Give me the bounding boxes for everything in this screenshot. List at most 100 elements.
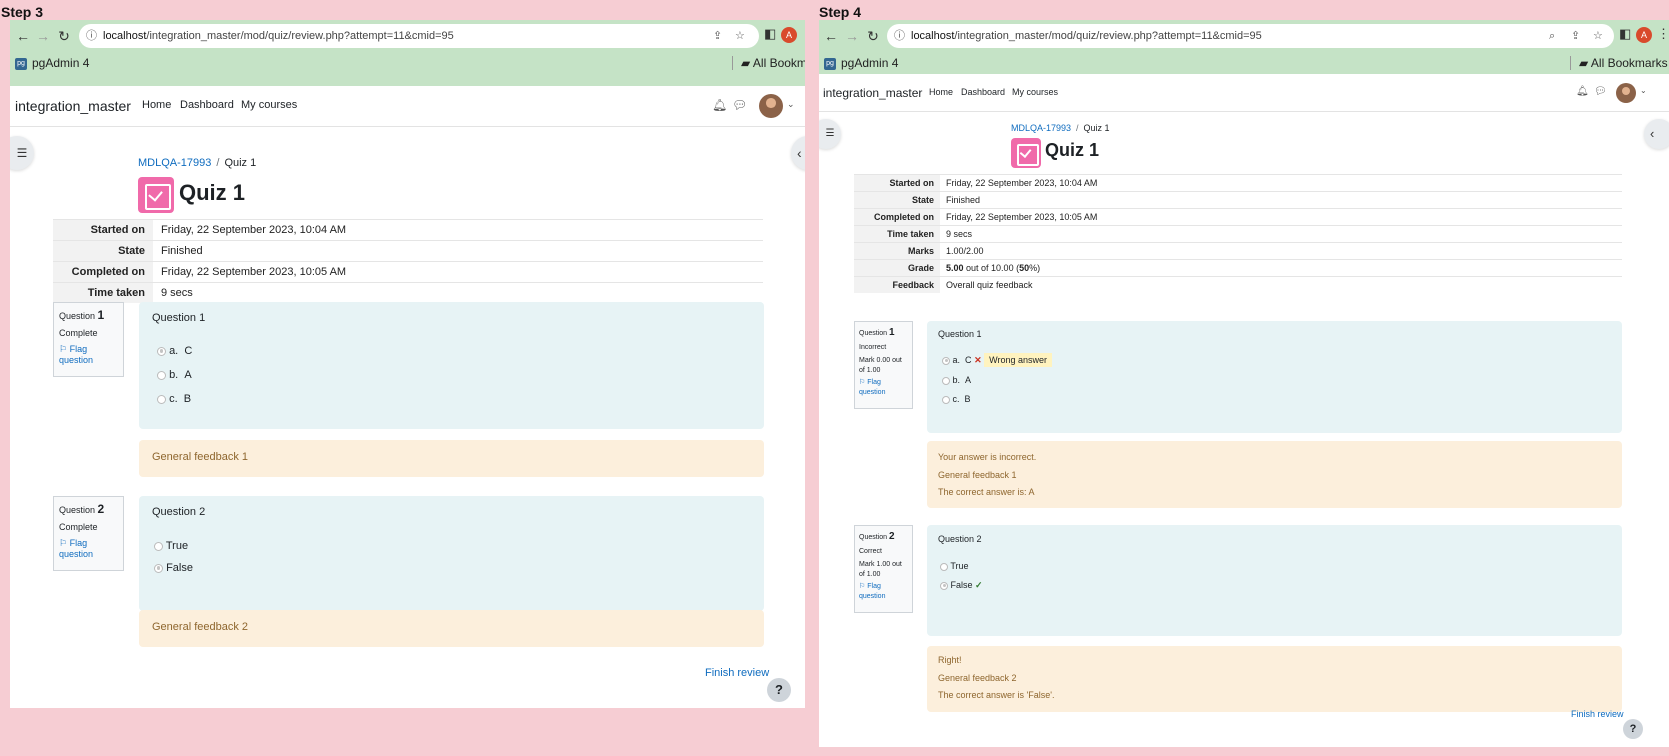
radio-button[interactable] xyxy=(157,346,166,356)
moodle-page: integration_master Home Dashboard My cou… xyxy=(10,86,805,708)
user-avatar[interactable] xyxy=(1616,83,1636,103)
answer-option-true[interactable]: True xyxy=(940,561,969,571)
answer-option-a[interactable]: a. C ✕ Wrong answer xyxy=(942,353,1052,367)
bell-icon[interactable]: 🔔︎ xyxy=(1576,86,1589,97)
answer-option-false[interactable]: False xyxy=(154,562,193,574)
nav-my-courses[interactable]: My courses xyxy=(1012,87,1058,97)
reload-icon[interactable]: ↻ xyxy=(55,27,73,45)
address-bar[interactable]: ⓘ localhost/integration_master/mod/quiz/… xyxy=(887,24,1614,48)
bookmark-star-icon[interactable]: ☆ xyxy=(1593,24,1603,48)
summary-value: Friday, 22 September 2023, 10:05 AM xyxy=(940,208,1622,226)
answer-option-b[interactable]: b. A xyxy=(942,375,971,385)
bookmark-pgadmin[interactable]: pg pgAdmin 4 xyxy=(824,56,898,70)
summary-row: Started on Friday, 22 September 2023, 10:… xyxy=(53,219,763,241)
radio-button[interactable] xyxy=(157,370,166,380)
nav-my-courses[interactable]: My courses xyxy=(241,99,297,111)
search-icon[interactable]: ⌕ xyxy=(1549,24,1555,48)
block-drawer-toggle[interactable]: ‹ xyxy=(791,136,805,170)
site-name[interactable]: integration_master xyxy=(15,98,131,114)
correct-answer-text: The correct answer is 'False'. xyxy=(938,690,1055,700)
pgadmin-icon: pg xyxy=(824,57,836,70)
profile-avatar[interactable]: A xyxy=(781,27,797,43)
radio-button[interactable] xyxy=(157,394,166,404)
bell-icon[interactable]: 🔔︎ xyxy=(712,98,727,112)
summary-key: Marks xyxy=(854,242,940,260)
breadcrumb-separator: / xyxy=(216,157,220,169)
answer-option-a[interactable]: a. C xyxy=(157,345,192,357)
forward-icon[interactable]: → xyxy=(34,27,52,45)
radio-button[interactable] xyxy=(942,395,950,404)
question-text: Question 1 xyxy=(938,329,982,339)
help-button[interactable]: ? xyxy=(1623,719,1643,739)
course-index-toggle[interactable]: ☰ xyxy=(819,119,841,149)
all-bookmarks-label: All Bookmarks xyxy=(1590,56,1668,70)
forward-icon[interactable]: → xyxy=(843,27,861,45)
general-feedback: General feedback 2 xyxy=(938,672,1017,683)
flag-question-link[interactable]: ⚐ Flag question xyxy=(859,582,908,602)
flag-icon: ⚐ xyxy=(59,344,70,354)
question-text: Question 2 xyxy=(938,534,982,544)
flag-question-link[interactable]: ⚐ Flag question xyxy=(59,538,118,559)
flag-question-link[interactable]: ⚐ Flag question xyxy=(859,378,908,398)
breadcrumb-course-link[interactable]: MDLQA-17993 xyxy=(138,157,211,169)
answer-option-false[interactable]: False ✓ xyxy=(940,580,983,591)
chat-icon[interactable]: 💬︎ xyxy=(1594,86,1607,97)
site-info-icon[interactable]: ⓘ xyxy=(86,24,97,48)
all-bookmarks[interactable]: ▰ All Bookmar xyxy=(741,56,805,70)
summary-value: Overall quiz feedback xyxy=(940,276,1622,293)
block-drawer-toggle[interactable]: ‹ xyxy=(1644,119,1669,149)
question-info-1: Question 1 Incorrect Mark 0.00 out of 1.… xyxy=(854,321,913,409)
bookmark-star-icon[interactable]: ☆ xyxy=(735,24,745,48)
radio-button[interactable] xyxy=(154,563,163,573)
radio-button[interactable] xyxy=(940,581,948,590)
flag-question-link[interactable]: ⚐ Flag question xyxy=(59,344,118,365)
bookmark-separator xyxy=(1570,56,1571,70)
radio-button[interactable] xyxy=(940,562,948,571)
chat-icon[interactable]: 💬︎ xyxy=(732,98,747,112)
finish-review-link[interactable]: Finish review xyxy=(1571,709,1624,719)
question-1-formulation: Question 1 a. C b. A c. B xyxy=(139,302,764,429)
more-menu-icon[interactable]: ⋮ xyxy=(1657,26,1669,42)
answer-option-c[interactable]: c. B xyxy=(942,394,971,404)
back-icon[interactable]: ← xyxy=(822,27,840,45)
nav-home[interactable]: Home xyxy=(929,87,953,97)
option-text: C xyxy=(965,355,972,365)
user-avatar[interactable] xyxy=(759,94,783,118)
question-label: Question xyxy=(859,534,888,541)
browser-chrome: ← → ↻ ⓘ localhost/integration_master/mod… xyxy=(819,20,1669,74)
course-index-toggle[interactable]: ☰ xyxy=(10,136,34,170)
nav-dashboard[interactable]: Dashboard xyxy=(961,87,1005,97)
site-name[interactable]: integration_master xyxy=(823,86,922,100)
help-button[interactable]: ? xyxy=(767,678,791,702)
chevron-down-icon[interactable]: ⌄ xyxy=(1640,86,1647,95)
share-icon[interactable]: ⇪ xyxy=(1571,24,1580,48)
back-icon[interactable]: ← xyxy=(14,27,32,45)
answer-option-c[interactable]: c. B xyxy=(157,393,191,405)
page-title: Quiz 1 xyxy=(179,180,246,205)
radio-button[interactable] xyxy=(942,356,950,365)
answer-option-b[interactable]: b. A xyxy=(157,369,192,381)
profile-avatar[interactable]: A xyxy=(1636,27,1652,43)
bookmark-pgadmin[interactable]: pg pgAdmin 4 xyxy=(15,56,89,70)
finish-review-link[interactable]: Finish review xyxy=(705,667,769,679)
address-bar[interactable]: ⓘ localhost/integration_master/mod/quiz/… xyxy=(79,24,759,48)
summary-key: Time taken xyxy=(854,225,940,243)
answer-option-true[interactable]: True xyxy=(154,540,188,552)
side-panel-icon[interactable]: ◧ xyxy=(1619,26,1631,42)
summary-value: 9 secs xyxy=(153,282,763,303)
all-bookmarks[interactable]: ▰ All Bookmarks xyxy=(1579,56,1668,70)
site-info-icon[interactable]: ⓘ xyxy=(894,24,905,48)
share-icon[interactable]: ⇪ xyxy=(713,24,722,48)
radio-button[interactable] xyxy=(942,376,950,385)
side-panel-icon[interactable]: ◧ xyxy=(764,26,776,42)
breadcrumb-course-link[interactable]: MDLQA-17993 xyxy=(1011,123,1071,133)
chevron-down-icon[interactable]: ⌄ xyxy=(787,99,795,110)
step-label: Step 4 xyxy=(819,4,862,20)
question-1-formulation: Question 1 a. C ✕ Wrong answer b. A c. B xyxy=(927,321,1622,433)
nav-home[interactable]: Home xyxy=(142,99,171,111)
nav-dashboard[interactable]: Dashboard xyxy=(180,99,234,111)
radio-button[interactable] xyxy=(154,541,163,551)
reload-icon[interactable]: ↻ xyxy=(864,27,882,45)
browser-window-step4: ← → ↻ ⓘ localhost/integration_master/mod… xyxy=(819,20,1669,747)
general-feedback: General feedback 2 xyxy=(152,621,249,633)
